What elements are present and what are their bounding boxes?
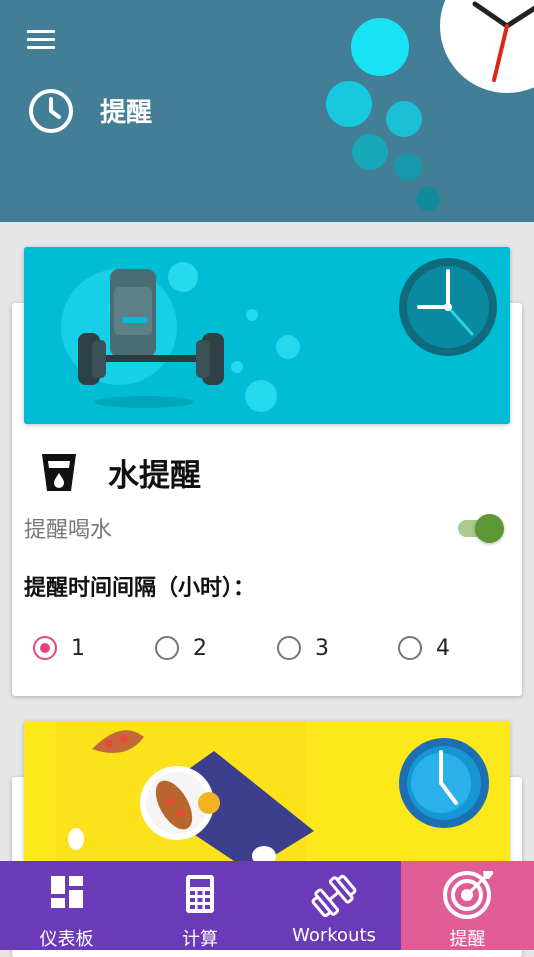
interval-option-label: 3 (315, 636, 329, 661)
nav-reminders[interactable]: 提醒 (401, 861, 534, 950)
water-banner-image (24, 247, 510, 424)
decor-bubble (386, 101, 422, 137)
nav-reminders-label: 提醒 (449, 929, 486, 950)
interval-option-label: 4 (436, 636, 450, 661)
radio-unselected-icon (155, 636, 179, 660)
app-header: 提醒 (0, 0, 534, 222)
menu-button[interactable] (24, 26, 58, 54)
hamburger-menu-icon (27, 30, 55, 33)
dashboard-icon (51, 876, 83, 908)
decor-bubble (352, 134, 388, 170)
hamburger-line (27, 46, 55, 49)
bottom-navigation: 仪表板 计算 Workouts 提醒 (0, 861, 534, 950)
nav-calculate-label: 计算 (182, 929, 218, 950)
nav-workouts[interactable]: Workouts (267, 861, 401, 950)
radio-unselected-icon (277, 636, 301, 660)
water-reminder-title: 水提醒 (108, 458, 201, 494)
drink-water-switch-label: 提醒喝水 (24, 518, 113, 543)
nav-dashboard-label: 仪表板 (39, 929, 94, 950)
toggle-thumb (475, 514, 504, 543)
decor-bubble (394, 153, 422, 181)
page-title: 提醒 (100, 98, 153, 128)
decor-bubble (416, 187, 440, 211)
interval-option-4[interactable]: 4 (398, 632, 498, 668)
target-icon (443, 871, 493, 919)
radio-unselected-icon (398, 636, 422, 660)
interval-label: 提醒时间间隔（小时）： (24, 576, 256, 601)
interval-option-2[interactable]: 2 (155, 632, 255, 668)
nav-workouts-label: Workouts (292, 925, 376, 946)
interval-option-1[interactable]: 1 (33, 632, 133, 668)
interval-option-label: 1 (71, 636, 85, 661)
calculator-icon (186, 875, 214, 913)
clock-icon (29, 89, 73, 133)
nav-dashboard[interactable]: 仪表板 (0, 861, 133, 950)
interval-option-3[interactable]: 3 (277, 632, 377, 668)
decor-bubble (326, 81, 372, 127)
interval-option-label: 2 (193, 636, 207, 661)
drink-water-toggle[interactable] (457, 513, 505, 543)
decor-bubble (351, 18, 409, 76)
dumbbell-icon (311, 874, 357, 918)
meal-banner-image (24, 721, 510, 871)
nav-calculate[interactable]: 计算 (133, 861, 267, 950)
decorative-clock-icon (440, 0, 534, 93)
radio-selected-icon (33, 636, 57, 660)
hamburger-line (27, 38, 55, 41)
water-glass-icon (42, 454, 76, 491)
